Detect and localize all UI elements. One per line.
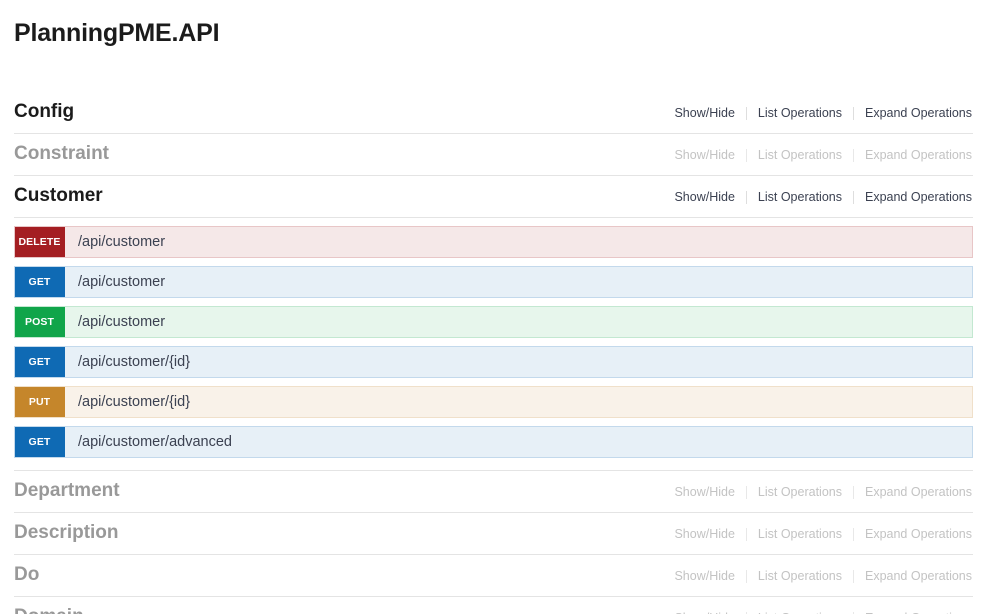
show-hide-link-department[interactable]: Show/Hide: [663, 484, 745, 500]
operation-row[interactable]: POST/api/customer: [14, 306, 973, 338]
operation-path[interactable]: /api/customer/advanced: [65, 427, 972, 457]
show-hide-link-constraint[interactable]: Show/Hide: [663, 147, 745, 163]
resource-links-domain: Show/HideList OperationsExpand Operation…: [663, 610, 973, 614]
expand-operations-link-domain[interactable]: Expand Operations: [854, 610, 972, 614]
method-badge-put: PUT: [14, 386, 65, 418]
show-hide-link-config[interactable]: Show/Hide: [663, 105, 745, 121]
resource-header-constraint[interactable]: Constraint Show/HideList OperationsExpand…: [14, 134, 973, 176]
list-operations-link-department[interactable]: List Operations: [747, 484, 853, 500]
expand-operations-link-constraint[interactable]: Expand Operations: [854, 147, 972, 163]
resource-title-customer[interactable]: Customer: [14, 184, 103, 208]
resource-links-do: Show/HideList OperationsExpand Operation…: [663, 568, 973, 584]
method-badge-delete: DELETE: [14, 226, 65, 258]
show-hide-link-description[interactable]: Show/Hide: [663, 526, 745, 542]
list-operations-link-constraint[interactable]: List Operations: [747, 147, 853, 163]
show-hide-link-domain[interactable]: Show/Hide: [663, 610, 745, 614]
expand-operations-link-config[interactable]: Expand Operations: [854, 105, 972, 121]
resource-links-department: Show/HideList OperationsExpand Operation…: [663, 484, 973, 500]
resource-title-config[interactable]: Config: [14, 100, 74, 124]
resource-section-description: Description Show/HideList OperationsExpan…: [14, 513, 973, 555]
operation-path[interactable]: /api/customer: [65, 267, 972, 297]
operation-row[interactable]: GET/api/customer/advanced: [14, 426, 973, 458]
list-operations-link-domain[interactable]: List Operations: [747, 610, 853, 614]
title-spacer: [14, 48, 973, 92]
operation-row[interactable]: GET/api/customer: [14, 266, 973, 298]
resource-links-config: Show/HideList OperationsExpand Operation…: [663, 105, 973, 121]
swagger-page: PlanningPME.API ConfigShow/HideList Oper…: [0, 0, 987, 614]
page-title: PlanningPME.API: [14, 0, 973, 48]
expand-operations-link-department[interactable]: Expand Operations: [854, 484, 972, 500]
method-badge-get: GET: [14, 266, 65, 298]
operation-path[interactable]: /api/customer/{id}: [65, 347, 972, 377]
expand-operations-link-description[interactable]: Expand Operations: [854, 526, 972, 542]
operation-path[interactable]: /api/customer: [65, 307, 972, 337]
resource-header-config[interactable]: Config Show/HideList OperationsExpand Ope…: [14, 92, 973, 134]
resource-links-customer: Show/HideList OperationsExpand Operation…: [663, 189, 973, 205]
resource-section-do: Do Show/HideList OperationsExpand Operati…: [14, 555, 973, 597]
resource-header-do[interactable]: Do Show/HideList OperationsExpand Operati…: [14, 555, 973, 597]
show-hide-link-do[interactable]: Show/Hide: [663, 568, 745, 584]
list-operations-link-customer[interactable]: List Operations: [747, 189, 853, 205]
resource-header-description[interactable]: Description Show/HideList OperationsExpan…: [14, 513, 973, 555]
list-operations-link-do[interactable]: List Operations: [747, 568, 853, 584]
expand-operations-link-customer[interactable]: Expand Operations: [854, 189, 972, 205]
operation-row[interactable]: DELETE/api/customer: [14, 226, 973, 258]
method-badge-post: POST: [14, 306, 65, 338]
resource-title-department[interactable]: Department: [14, 479, 120, 503]
method-badge-get: GET: [14, 346, 65, 378]
method-badge-get: GET: [14, 426, 65, 458]
resource-title-domain[interactable]: Domain: [14, 605, 84, 614]
show-hide-link-customer[interactable]: Show/Hide: [663, 189, 745, 205]
operation-list-customer: DELETE/api/customerGET/api/customerPOST/…: [14, 218, 973, 470]
list-operations-link-config[interactable]: List Operations: [747, 105, 853, 121]
resource-section-department: Department Show/HideList OperationsExpand…: [14, 470, 973, 513]
resource-section-config: Config Show/HideList OperationsExpand Ope…: [14, 92, 973, 134]
operation-row[interactable]: GET/api/customer/{id}: [14, 346, 973, 378]
operation-path[interactable]: /api/customer: [65, 227, 972, 257]
resource-header-domain[interactable]: Domain Show/HideList OperationsExpand Ope…: [14, 597, 973, 614]
operation-row[interactable]: PUT/api/customer/{id}: [14, 386, 973, 418]
resource-section-domain: Domain Show/HideList OperationsExpand Ope…: [14, 597, 973, 614]
resource-header-department[interactable]: Department Show/HideList OperationsExpand…: [14, 470, 973, 513]
resource-section-customer: Customer Show/HideList OperationsExpand O…: [14, 176, 973, 470]
resource-links-constraint: Show/HideList OperationsExpand Operation…: [663, 147, 973, 163]
resource-section-constraint: Constraint Show/HideList OperationsExpand…: [14, 134, 973, 176]
resource-header-customer[interactable]: Customer Show/HideList OperationsExpand O…: [14, 176, 973, 218]
expand-operations-link-do[interactable]: Expand Operations: [854, 568, 972, 584]
resource-title-do[interactable]: Do: [14, 563, 39, 587]
resource-list: ConfigShow/HideList OperationsExpand Ope…: [14, 92, 973, 614]
operation-path[interactable]: /api/customer/{id}: [65, 387, 972, 417]
resource-title-constraint[interactable]: Constraint: [14, 142, 109, 166]
resource-title-description[interactable]: Description: [14, 521, 119, 545]
list-operations-link-description[interactable]: List Operations: [747, 526, 853, 542]
resource-links-description: Show/HideList OperationsExpand Operation…: [663, 526, 973, 542]
